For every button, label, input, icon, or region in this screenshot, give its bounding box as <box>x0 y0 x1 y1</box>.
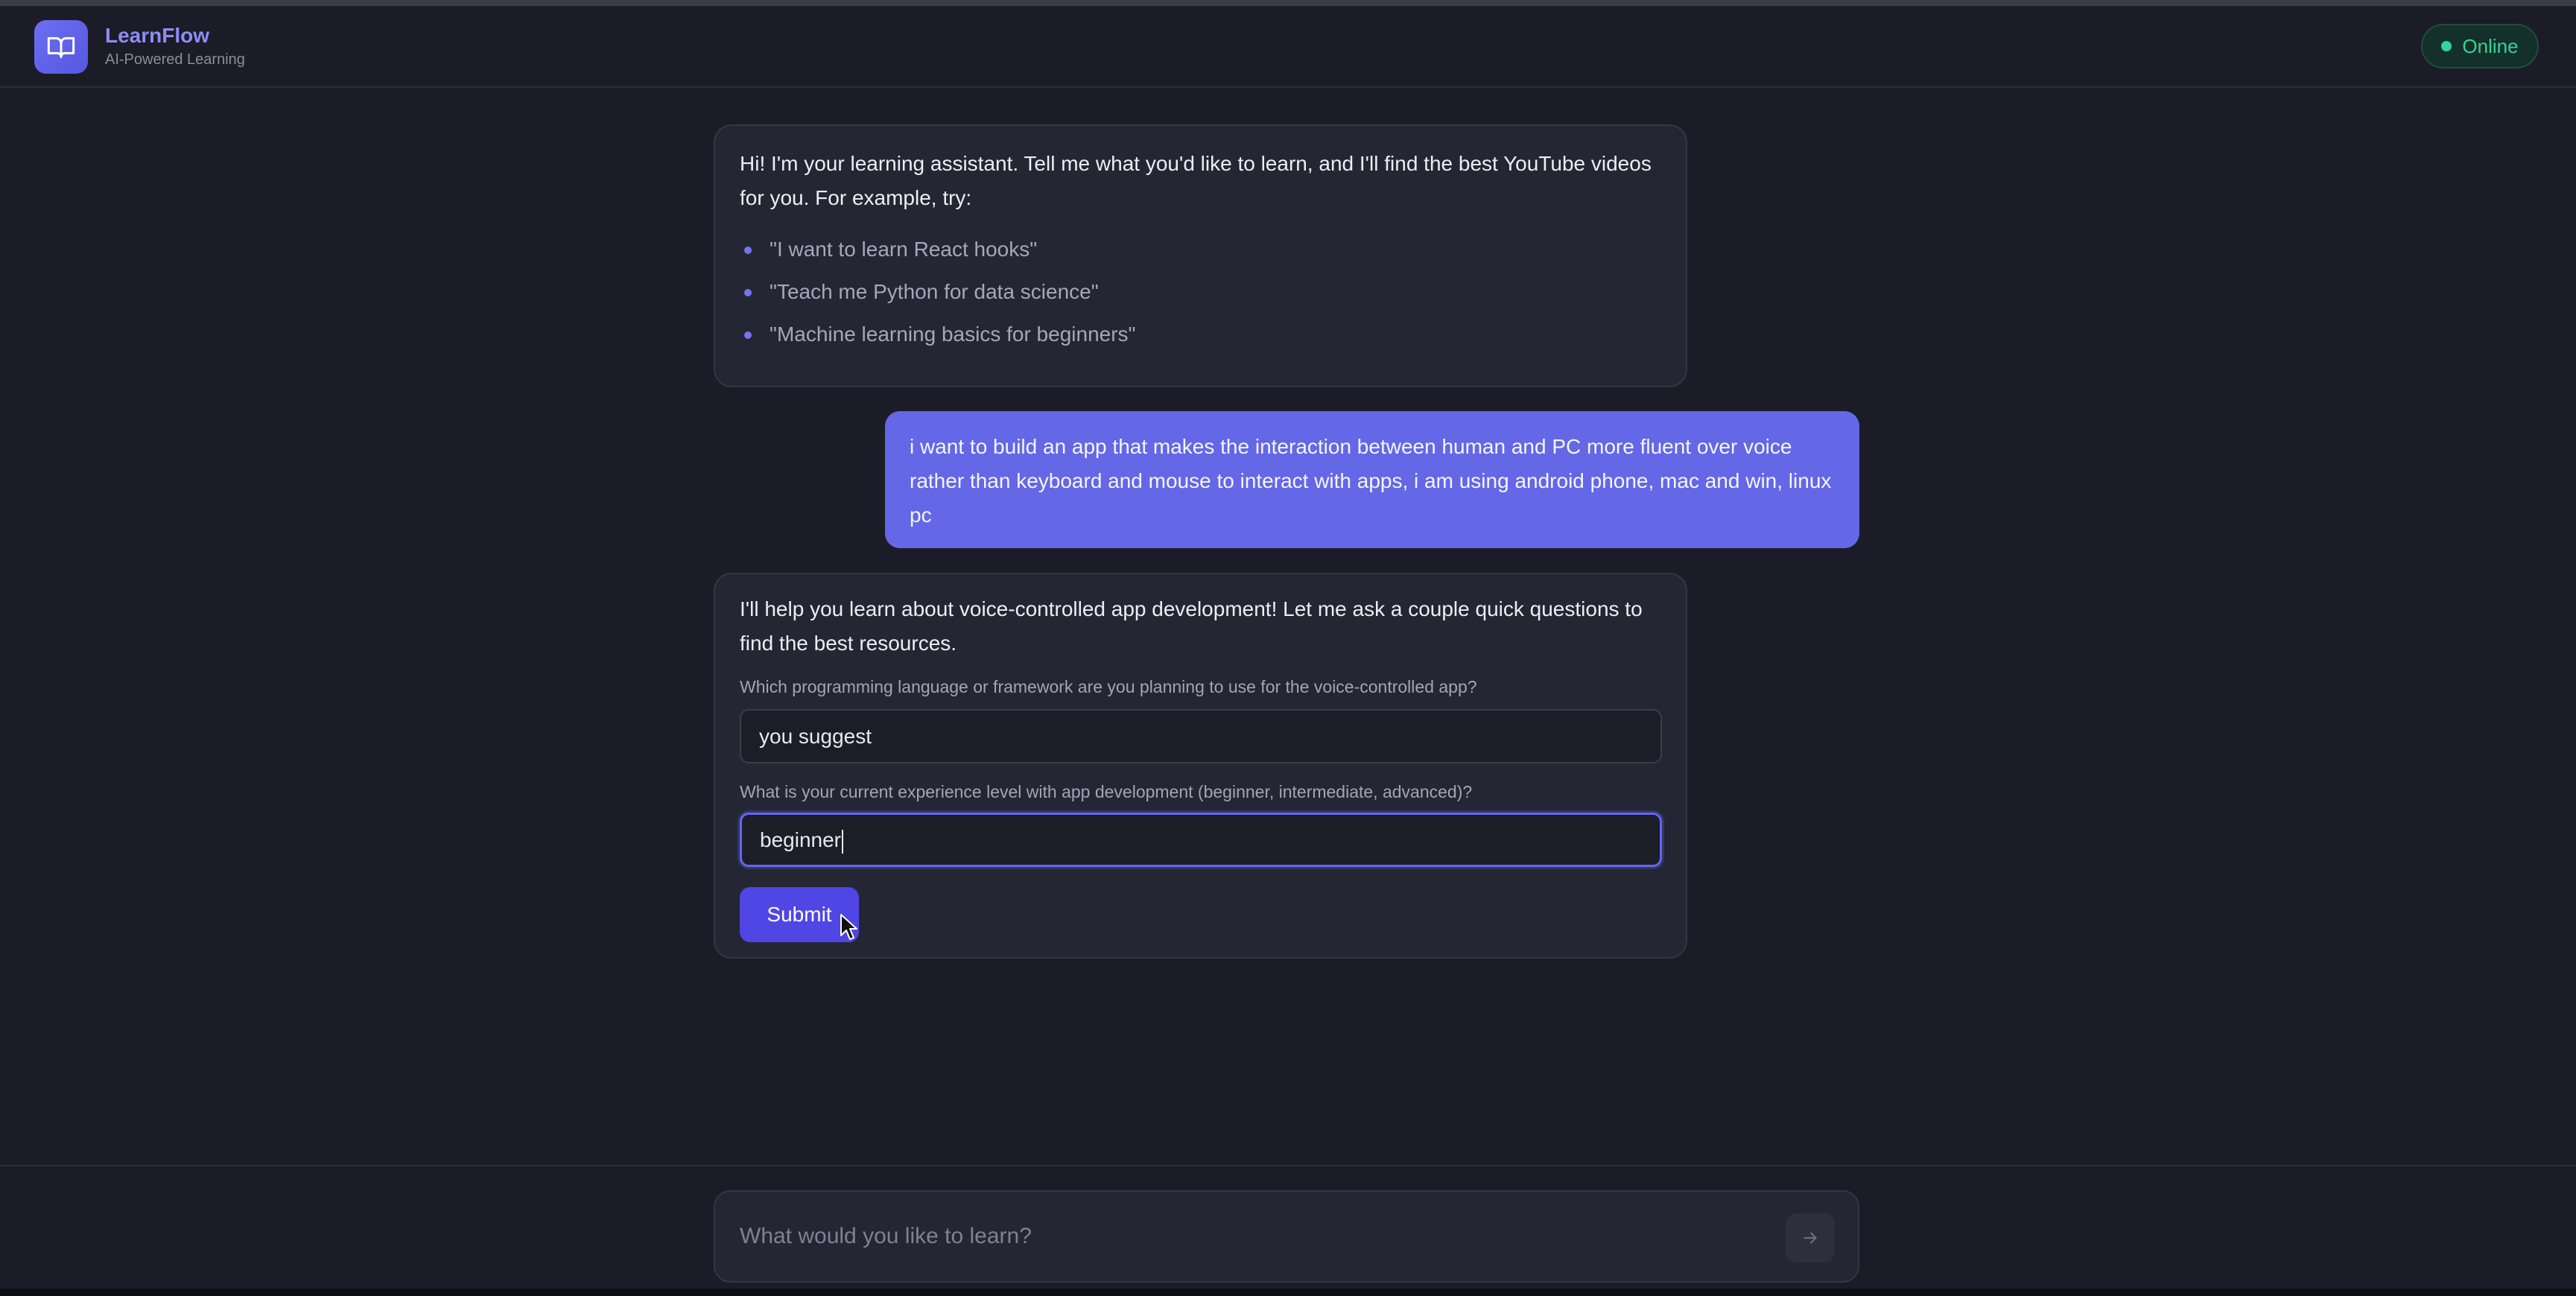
greeting-text: Hi! I'm your learning assistant. Tell me… <box>740 152 1652 209</box>
text-caret <box>841 829 843 854</box>
arrow-right-icon <box>1803 1232 1817 1244</box>
example-prompt: "Teach me Python for data science" <box>740 273 1135 315</box>
experience-answer-input[interactable]: beginner <box>740 813 1662 867</box>
send-button[interactable] <box>1786 1213 1835 1262</box>
app-title: LearnFlow <box>105 24 210 47</box>
question-language-label: Which programming language or framework … <box>740 677 1477 696</box>
assistant-message-greeting: Hi! I'm your learning assistant. Tell me… <box>714 124 1687 387</box>
language-answer-input[interactable]: you suggest <box>740 709 1662 763</box>
window-top-edge <box>0 0 2576 6</box>
window-bottom-edge <box>0 1289 2576 1296</box>
example-prompt: "Machine learning basics for beginners" <box>740 315 1135 358</box>
user-message: i want to build an app that makes the in… <box>885 411 1859 548</box>
book-open-icon <box>34 20 88 74</box>
mouse-pointer-icon <box>840 914 857 940</box>
assistant-message-followup: I'll help you learn about voice-controll… <box>714 573 1687 959</box>
status-badge: Online <box>2421 24 2539 69</box>
chat-composer <box>714 1190 1859 1283</box>
followup-text: I'll help you learn about voice-controll… <box>740 597 1643 655</box>
language-answer-value: you suggest <box>759 725 872 748</box>
status-label: Online <box>2462 34 2519 57</box>
user-message-text: i want to build an app that makes the in… <box>910 435 1832 527</box>
app-header: LearnFlow AI-Powered Learning Online <box>0 6 2576 88</box>
question-experience-label: What is your current experience level wi… <box>740 782 1473 801</box>
learn-prompt-input[interactable] <box>740 1192 1768 1281</box>
experience-answer-value: beginner <box>760 828 841 851</box>
example-prompts-list: "I want to learn React hooks" "Teach me … <box>740 230 1135 358</box>
composer-divider <box>0 1165 2576 1166</box>
status-dot-icon <box>2441 41 2452 51</box>
app-subtitle: AI-Powered Learning <box>105 51 245 68</box>
example-prompt: "I want to learn React hooks" <box>740 230 1135 273</box>
